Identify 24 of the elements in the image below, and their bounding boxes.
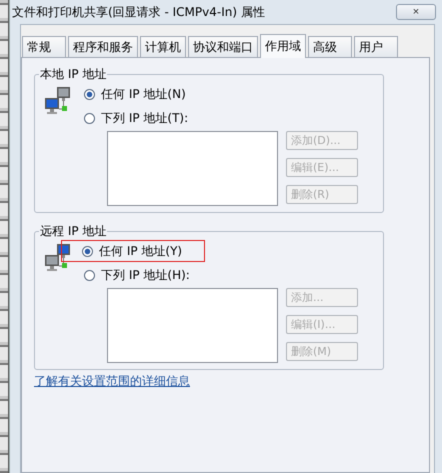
radio-button[interactable] xyxy=(82,246,93,256)
tab[interactable]: 程序和服务 xyxy=(68,36,138,57)
group-title: 远程 IP 地址 xyxy=(39,223,108,240)
tab[interactable]: 作用域 xyxy=(260,34,306,58)
radio-button[interactable] xyxy=(84,88,95,100)
tab[interactable]: 高级 xyxy=(308,36,352,57)
tab[interactable]: 协议和端口 xyxy=(188,36,258,57)
radio-label[interactable]: 下列 IP 地址(H): xyxy=(101,266,190,284)
ip-list-box[interactable] xyxy=(107,131,278,206)
network-computers-icon xyxy=(45,244,71,272)
tab[interactable]: 用户 xyxy=(354,36,398,57)
radio-label[interactable]: 任何 IP 地址(N) xyxy=(101,86,186,102)
tab[interactable]: 常规 xyxy=(22,36,66,57)
window-title: 文件和打印机共享(回显请求 - ICMPv4-In) 属性 xyxy=(12,4,265,20)
radio-label[interactable]: 下列 IP 地址(T): xyxy=(101,110,188,126)
tab[interactable]: 计算机 xyxy=(140,36,186,57)
ip-list-box[interactable] xyxy=(107,288,278,363)
group-title: 本地 IP 地址 xyxy=(39,66,108,83)
radio-label[interactable]: 任何 IP 地址(Y) xyxy=(99,242,182,260)
network-computers-icon xyxy=(45,87,71,115)
radio-button[interactable] xyxy=(84,270,95,280)
close-button[interactable]: × xyxy=(396,4,436,20)
radio-button[interactable] xyxy=(84,112,95,124)
help-link[interactable]: 了解有关设置范围的详细信息 xyxy=(34,373,190,390)
